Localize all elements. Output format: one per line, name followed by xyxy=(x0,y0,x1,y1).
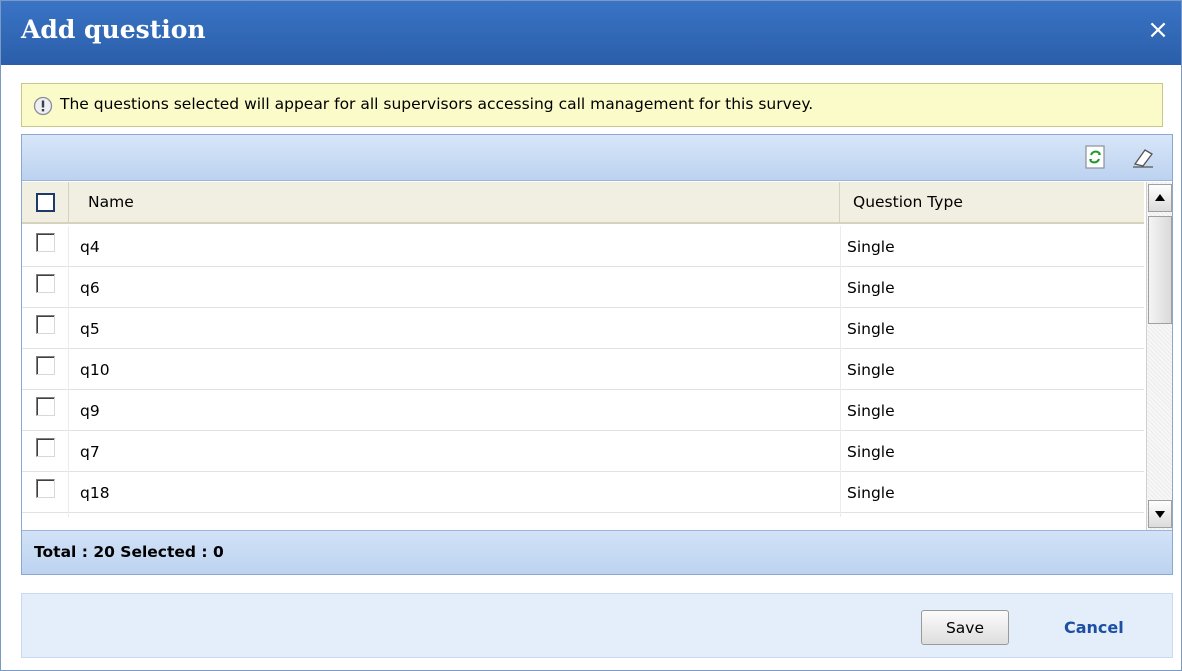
row-name: q5 xyxy=(80,320,100,338)
info-banner: The questions selected will appear for a… xyxy=(21,83,1163,127)
scroll-up-button[interactable] xyxy=(1148,184,1172,212)
row-name: q18 xyxy=(80,484,110,502)
row-question-type: Single xyxy=(847,402,895,420)
row-name: q10 xyxy=(80,361,110,379)
row-checkbox[interactable] xyxy=(36,356,55,375)
row-question-type: Single xyxy=(847,484,895,502)
row-name: q7 xyxy=(80,443,100,461)
triangle-down-icon xyxy=(1155,511,1165,518)
row-check-cell xyxy=(22,390,69,431)
row-check-cell xyxy=(22,349,69,390)
table-row[interactable]: q4 Single xyxy=(22,226,1144,267)
select-all-checkbox[interactable] xyxy=(36,193,55,212)
row-question-type: Single xyxy=(847,320,895,338)
total-selected-text: Total : 20 Selected : 0 xyxy=(34,543,224,561)
column-header-name-label: Name xyxy=(88,193,134,211)
table-row[interactable]: q7 Single xyxy=(22,431,1144,472)
row-check-cell xyxy=(22,308,69,349)
row-checkbox[interactable] xyxy=(36,397,55,416)
question-grid: Name Question Type q4 Single q6 Single q xyxy=(21,134,1173,575)
row-name: q4 xyxy=(80,238,100,256)
row-checkbox[interactable] xyxy=(36,479,55,498)
grid-toolbar xyxy=(22,135,1172,181)
dialog-actions: Save Cancel xyxy=(21,593,1173,658)
column-divider xyxy=(840,267,841,308)
row-check-cell xyxy=(22,472,69,513)
grid-header: Name Question Type xyxy=(22,182,1144,224)
add-question-dialog: Add question × The questions selected wi… xyxy=(0,0,1182,671)
select-all-cell xyxy=(22,182,69,224)
dialog-title: Add question xyxy=(21,15,206,44)
close-icon[interactable]: × xyxy=(1143,15,1173,45)
table-row[interactable]: q6 Single xyxy=(22,267,1144,308)
eraser-icon[interactable] xyxy=(1130,144,1156,170)
row-name: q6 xyxy=(80,279,100,297)
table-row[interactable]: q10 Single xyxy=(22,349,1144,390)
column-header-question-type-label: Question Type xyxy=(853,193,963,211)
column-header-question-type[interactable]: Question Type xyxy=(840,182,1144,224)
triangle-up-icon xyxy=(1155,194,1165,201)
save-button[interactable]: Save xyxy=(921,610,1009,645)
row-checkbox[interactable] xyxy=(36,315,55,334)
row-question-type: Single xyxy=(847,443,895,461)
vertical-scrollbar[interactable] xyxy=(1146,182,1172,530)
cancel-link[interactable]: Cancel xyxy=(1064,618,1124,637)
table-row[interactable]: q9 Single xyxy=(22,390,1144,431)
column-divider xyxy=(840,431,841,472)
row-checkbox[interactable] xyxy=(36,233,55,252)
column-divider xyxy=(840,349,841,390)
row-question-type: Single xyxy=(847,279,895,297)
row-name: q9 xyxy=(80,402,100,420)
table-row[interactable]: q5 Single xyxy=(22,308,1144,349)
row-check-cell xyxy=(22,267,69,308)
info-icon xyxy=(33,96,53,116)
info-text: The questions selected will appear for a… xyxy=(60,95,814,113)
scroll-down-button[interactable] xyxy=(1148,500,1172,528)
column-divider xyxy=(840,308,841,349)
row-checkbox[interactable] xyxy=(36,274,55,293)
table-row[interactable]: q18 Single xyxy=(22,472,1144,513)
row-check-cell xyxy=(22,431,69,472)
refresh-icon[interactable] xyxy=(1082,144,1108,170)
dialog-titlebar: Add question × xyxy=(1,1,1181,65)
column-header-name[interactable]: Name xyxy=(69,182,840,224)
row-check-cell xyxy=(22,226,69,267)
column-divider xyxy=(840,513,841,517)
column-divider xyxy=(840,226,841,267)
row-question-type: Single xyxy=(847,361,895,379)
scrollbar-thumb[interactable] xyxy=(1148,216,1172,324)
column-divider xyxy=(840,390,841,431)
row-checkbox[interactable] xyxy=(36,438,55,457)
row-check-cell xyxy=(22,513,69,517)
table-row[interactable] xyxy=(22,513,1144,517)
column-divider xyxy=(840,472,841,513)
row-question-type: Single xyxy=(847,238,895,256)
grid-footer: Total : 20 Selected : 0 xyxy=(22,530,1172,574)
grid-rows: q4 Single q6 Single q5 Single q10 Single… xyxy=(22,226,1144,517)
